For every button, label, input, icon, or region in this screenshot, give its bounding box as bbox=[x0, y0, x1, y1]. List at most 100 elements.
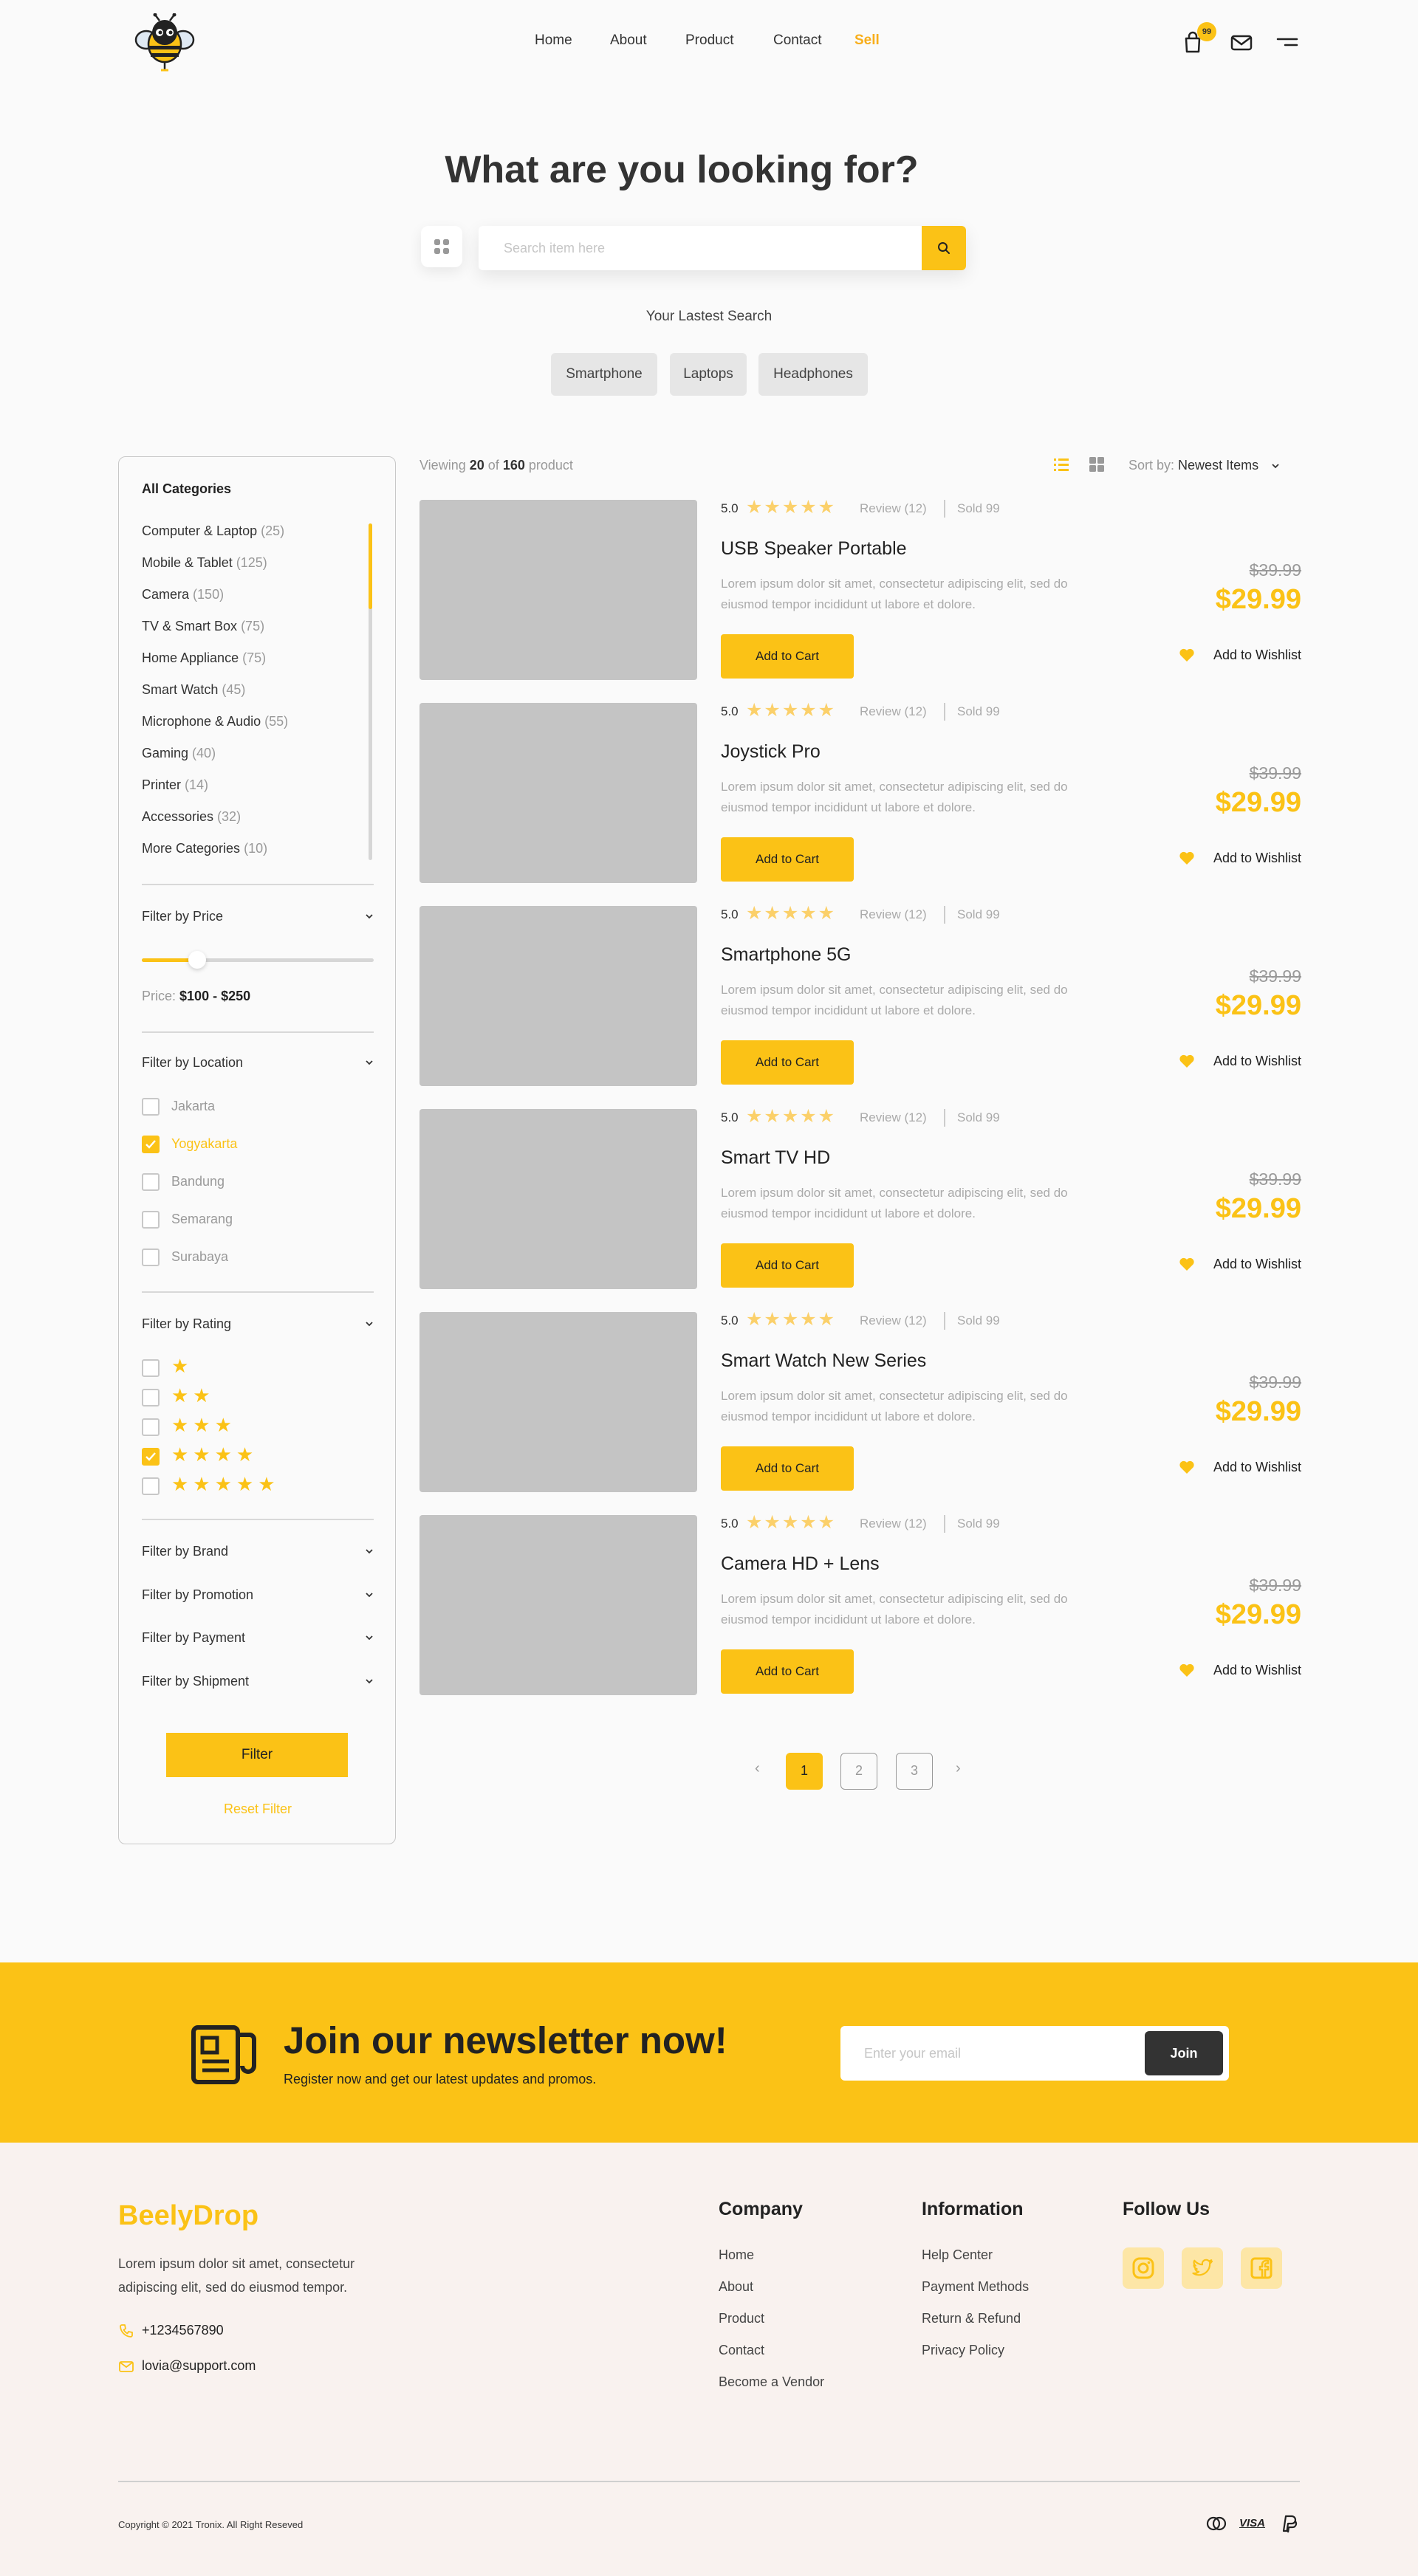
category-item[interactable]: Printer (14) bbox=[142, 777, 208, 793]
add-to-cart-button[interactable]: Add to Cart bbox=[721, 1649, 854, 1694]
rating-stars[interactable]: ★★★★ bbox=[171, 1443, 258, 1466]
footer-link[interactable]: Become a Vendor bbox=[719, 2374, 824, 2390]
category-item[interactable]: Gaming (40) bbox=[142, 746, 216, 761]
reset-filter-link[interactable]: Reset Filter bbox=[119, 1802, 397, 1817]
filter-price-toggle[interactable]: Filter by Price bbox=[142, 909, 374, 924]
filter-rating-toggle[interactable]: Filter by Rating bbox=[142, 1316, 374, 1332]
location-label[interactable]: Semarang bbox=[171, 1212, 233, 1227]
product-image[interactable] bbox=[419, 1515, 697, 1695]
rating-checkbox[interactable] bbox=[142, 1418, 160, 1436]
add-to-cart-button[interactable]: Add to Cart bbox=[721, 1243, 854, 1288]
add-to-wishlist-button[interactable]: Add to Wishlist bbox=[1213, 648, 1301, 663]
nav-home[interactable]: Home bbox=[535, 32, 572, 49]
location-checkbox[interactable] bbox=[142, 1211, 160, 1229]
footer-link[interactable]: Return & Refund bbox=[922, 2311, 1021, 2326]
footer-phone[interactable]: +1234567890 bbox=[142, 2323, 224, 2338]
twitter-button[interactable] bbox=[1182, 2247, 1223, 2289]
rating-checkbox[interactable] bbox=[142, 1477, 160, 1495]
rating-checkbox[interactable] bbox=[142, 1389, 160, 1407]
instagram-button[interactable] bbox=[1123, 2247, 1164, 2289]
add-to-cart-button[interactable]: Add to Cart bbox=[721, 1446, 854, 1491]
list-view-icon[interactable] bbox=[1053, 456, 1069, 473]
category-item[interactable]: Camera (150) bbox=[142, 587, 224, 602]
category-item[interactable]: Mobile & Tablet (125) bbox=[142, 555, 267, 571]
rating-checkbox[interactable] bbox=[142, 1359, 160, 1377]
rating-stars[interactable]: ★★★ bbox=[171, 1414, 236, 1437]
join-button[interactable]: Join bbox=[1145, 2031, 1223, 2075]
product-name[interactable]: Camera HD + Lens bbox=[721, 1553, 880, 1575]
add-to-wishlist-button[interactable]: Add to Wishlist bbox=[1213, 1257, 1301, 1272]
heart-icon[interactable] bbox=[1179, 1054, 1195, 1068]
search-tag[interactable]: Laptops bbox=[670, 353, 747, 396]
product-reviews[interactable]: Review (12) bbox=[860, 907, 927, 922]
footer-link[interactable]: Privacy Policy bbox=[922, 2343, 1004, 2358]
next-page-button[interactable]: › bbox=[956, 1760, 961, 1777]
filter-button[interactable]: Filter bbox=[166, 1733, 348, 1777]
search-tag[interactable]: Smartphone bbox=[551, 353, 657, 396]
category-item[interactable]: Microphone & Audio (55) bbox=[142, 714, 288, 729]
product-name[interactable]: Smart TV HD bbox=[721, 1147, 830, 1169]
add-to-wishlist-button[interactable]: Add to Wishlist bbox=[1213, 1460, 1301, 1475]
product-reviews[interactable]: Review (12) bbox=[860, 501, 927, 516]
page-button[interactable]: 1 bbox=[786, 1753, 823, 1790]
heart-icon[interactable] bbox=[1179, 648, 1195, 662]
grid-view-icon[interactable] bbox=[1089, 456, 1105, 473]
page-button[interactable]: 2 bbox=[840, 1753, 877, 1790]
facebook-button[interactable] bbox=[1241, 2247, 1282, 2289]
footer-link[interactable]: Contact bbox=[719, 2343, 764, 2358]
location-checkbox[interactable] bbox=[142, 1173, 160, 1191]
product-name[interactable]: Smart Watch New Series bbox=[721, 1350, 926, 1372]
footer-link[interactable]: Help Center bbox=[922, 2247, 993, 2263]
footer-link[interactable]: Home bbox=[719, 2247, 754, 2263]
heart-icon[interactable] bbox=[1179, 1460, 1195, 1474]
location-label[interactable]: Jakarta bbox=[171, 1099, 215, 1114]
product-image[interactable] bbox=[419, 500, 697, 680]
heart-icon[interactable] bbox=[1179, 1663, 1195, 1677]
category-item[interactable]: Accessories (32) bbox=[142, 809, 241, 825]
filter-payment-toggle[interactable]: Filter by Payment bbox=[142, 1630, 374, 1646]
rating-stars[interactable]: ★ bbox=[171, 1355, 193, 1378]
product-name[interactable]: USB Speaker Portable bbox=[721, 538, 907, 560]
page-button[interactable]: 3 bbox=[896, 1753, 933, 1790]
location-checkbox[interactable] bbox=[142, 1098, 160, 1116]
filter-shipment-toggle[interactable]: Filter by Shipment bbox=[142, 1674, 374, 1689]
filter-brand-toggle[interactable]: Filter by Brand bbox=[142, 1544, 374, 1559]
category-grid-button[interactable] bbox=[421, 226, 462, 267]
product-image[interactable] bbox=[419, 906, 697, 1086]
product-image[interactable] bbox=[419, 703, 697, 883]
rating-stars[interactable]: ★★ bbox=[171, 1384, 215, 1407]
category-item[interactable]: Smart Watch (45) bbox=[142, 682, 245, 698]
add-to-wishlist-button[interactable]: Add to Wishlist bbox=[1213, 1054, 1301, 1069]
location-label[interactable]: Yogyakarta bbox=[171, 1136, 237, 1152]
footer-brand[interactable]: BeelyDrop bbox=[118, 2200, 258, 2232]
add-to-wishlist-button[interactable]: Add to Wishlist bbox=[1213, 851, 1301, 866]
nav-about[interactable]: About bbox=[610, 32, 647, 49]
category-item[interactable]: More Categories (10) bbox=[142, 841, 267, 856]
nav-sell[interactable]: Sell bbox=[854, 32, 880, 49]
price-slider-handle[interactable] bbox=[188, 951, 207, 969]
add-to-cart-button[interactable]: Add to Cart bbox=[721, 837, 854, 882]
prev-page-button[interactable]: ‹ bbox=[755, 1760, 760, 1777]
category-item[interactable]: Home Appliance (75) bbox=[142, 650, 266, 666]
add-to-wishlist-button[interactable]: Add to Wishlist bbox=[1213, 1663, 1301, 1678]
nav-contact[interactable]: Contact bbox=[773, 32, 821, 49]
rating-stars[interactable]: ★★★★★ bbox=[171, 1473, 280, 1496]
product-name[interactable]: Joystick Pro bbox=[721, 741, 821, 763]
product-reviews[interactable]: Review (12) bbox=[860, 1110, 927, 1125]
menu-icon[interactable] bbox=[1275, 30, 1300, 55]
footer-email[interactable]: lovia@support.com bbox=[142, 2358, 256, 2374]
search-tag[interactable]: Headphones bbox=[758, 353, 868, 396]
product-reviews[interactable]: Review (12) bbox=[860, 1517, 927, 1531]
footer-link[interactable]: Payment Methods bbox=[922, 2279, 1029, 2295]
category-item[interactable]: TV & Smart Box (75) bbox=[142, 619, 264, 634]
product-image[interactable] bbox=[419, 1312, 697, 1492]
location-label[interactable]: Bandung bbox=[171, 1174, 225, 1189]
sort-dropdown[interactable]: Sort by: Newest Items bbox=[1128, 458, 1279, 473]
location-label[interactable]: Surabaya bbox=[171, 1249, 228, 1265]
category-item[interactable]: Computer & Laptop (25) bbox=[142, 523, 284, 539]
location-checkbox[interactable] bbox=[142, 1248, 160, 1266]
search-button[interactable] bbox=[922, 226, 966, 270]
footer-link[interactable]: Product bbox=[719, 2311, 764, 2326]
product-reviews[interactable]: Review (12) bbox=[860, 704, 927, 719]
heart-icon[interactable] bbox=[1179, 1257, 1195, 1271]
